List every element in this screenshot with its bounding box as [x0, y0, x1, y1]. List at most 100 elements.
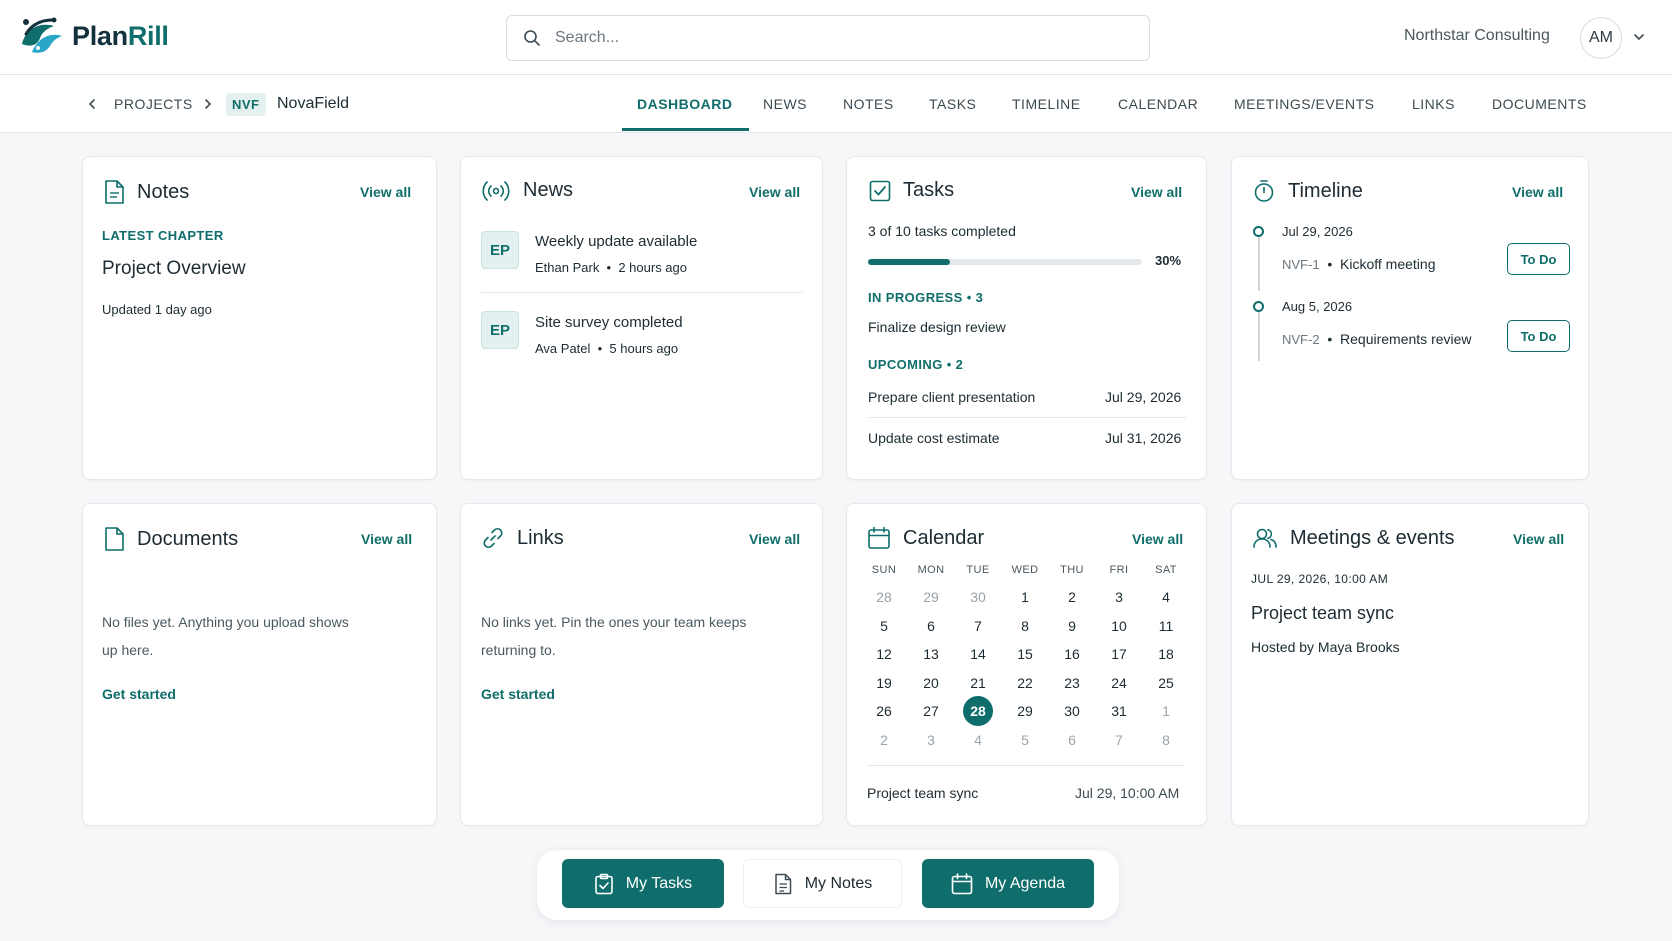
tab-meetings-events[interactable]: MEETINGS/EVENTS [1234, 75, 1375, 133]
tab-calendar[interactable]: CALENDAR [1118, 75, 1198, 133]
timeline-view-all-link[interactable]: View all [1512, 184, 1563, 200]
meeting-title-link[interactable]: Project team sync [1251, 603, 1394, 624]
calendar-day[interactable]: 1 [1151, 698, 1181, 724]
tab-links[interactable]: LINKS [1412, 75, 1455, 133]
meetings-card: Meetings & events View all JUL 29, 2026,… [1231, 503, 1589, 826]
calendar-icon [951, 872, 973, 894]
tab-tasks[interactable]: TASKS [929, 75, 976, 133]
tab-timeline[interactable]: TIMELINE [1012, 75, 1081, 133]
calendar-day[interactable]: 18 [1151, 641, 1181, 667]
task-item[interactable]: Finalize design review [868, 319, 1006, 335]
news-item-meta: Ethan Park • 2 hours ago [535, 260, 687, 275]
calendar-day[interactable]: 30 [963, 584, 993, 610]
chevron-down-icon[interactable] [1632, 30, 1646, 44]
links-get-started-link[interactable]: Get started [481, 686, 555, 702]
news-item-title[interactable]: Weekly update available [535, 233, 697, 250]
calendar-day-today[interactable]: 28 [963, 696, 993, 726]
app-name-prefix: Plan [72, 20, 128, 51]
calendar-day[interactable]: 3 [916, 727, 946, 753]
todo-status-button[interactable]: To Do [1507, 243, 1570, 275]
documents-view-all-link[interactable]: View all [361, 531, 412, 547]
calendar-day[interactable]: 29 [916, 584, 946, 610]
tab-documents[interactable]: DOCUMENTS [1492, 75, 1587, 133]
documents-get-started-link[interactable]: Get started [102, 686, 176, 702]
calendar-day[interactable]: 17 [1104, 641, 1134, 667]
search-bar[interactable] [506, 15, 1150, 61]
tab-dashboard[interactable]: DASHBOARD [637, 75, 733, 133]
tab-news[interactable]: NEWS [763, 75, 807, 133]
calendar-day[interactable]: 11 [1151, 613, 1181, 639]
chapter-title-link[interactable]: Project Overview [102, 258, 246, 280]
calendar-day[interactable]: 7 [963, 613, 993, 639]
app-name-suffix: Rill [127, 20, 169, 51]
calendar-day[interactable]: 27 [916, 698, 946, 724]
calendar-day[interactable]: 5 [1010, 727, 1040, 753]
calendar-day[interactable]: 2 [1057, 584, 1087, 610]
calendar-day[interactable]: 14 [963, 641, 993, 667]
documents-empty-line2: up here. [102, 642, 154, 658]
calendar-day[interactable]: 2 [869, 727, 899, 753]
calendar-day[interactable]: 5 [869, 613, 899, 639]
calendar-day[interactable]: 25 [1151, 670, 1181, 696]
calendar-day[interactable]: 7 [1104, 727, 1134, 753]
calendar-day[interactable]: 30 [1057, 698, 1087, 724]
tab-notes[interactable]: NOTES [843, 75, 894, 133]
calendar-day[interactable]: 24 [1104, 670, 1134, 696]
todo-status-button[interactable]: To Do [1507, 320, 1570, 352]
calendar-day[interactable]: 29 [1010, 698, 1040, 724]
tasks-progress-fill [868, 259, 951, 265]
news-view-all-link[interactable]: View all [749, 184, 800, 200]
back-button[interactable] [86, 75, 98, 133]
links-view-all-link[interactable]: View all [749, 531, 800, 547]
breadcrumb-projects[interactable]: PROJECTS [114, 75, 193, 133]
calendar-day[interactable]: 26 [869, 698, 899, 724]
calendar-view-all-link[interactable]: View all [1132, 531, 1183, 547]
stopwatch-icon [1254, 180, 1274, 202]
breadcrumb-project-name[interactable]: NovaField [277, 75, 349, 133]
calendar-day[interactable]: 28 [869, 584, 899, 610]
file-icon [105, 527, 124, 551]
calendar-day[interactable]: 4 [963, 727, 993, 753]
calendar-day[interactable]: 19 [869, 670, 899, 696]
tasks-view-all-link[interactable]: View all [1131, 184, 1182, 200]
project-subnav: PROJECTS NVF NovaField DASHBOARD NEWS NO… [0, 75, 1672, 133]
calendar-day[interactable]: 3 [1104, 584, 1134, 610]
meetings-view-all-link[interactable]: View all [1513, 531, 1564, 547]
calendar-day[interactable]: 15 [1010, 641, 1040, 667]
calendar-day[interactable]: 8 [1010, 613, 1040, 639]
app-logo[interactable]: PlanRill [18, 14, 169, 58]
meeting-datetime: JUL 29, 2026, 10:00 AM [1251, 572, 1389, 586]
calendar-day[interactable]: 16 [1057, 641, 1087, 667]
calendar-day[interactable]: 31 [1104, 698, 1134, 724]
calendar-day[interactable]: 20 [916, 670, 946, 696]
calendar-day[interactable]: 13 [916, 641, 946, 667]
my-notes-button[interactable]: My Notes [743, 859, 902, 908]
tasks-progress-label: 30% [1155, 253, 1182, 268]
calendar-day[interactable]: 1 [1010, 584, 1040, 610]
documents-card-title: Documents [103, 526, 238, 552]
news-item-title[interactable]: Site survey completed [535, 314, 683, 331]
documents-card: Documents View all No files yet. Anythin… [82, 503, 437, 826]
search-input[interactable] [555, 29, 1115, 47]
calendar-day[interactable]: 21 [963, 670, 993, 696]
notes-view-all-link[interactable]: View all [360, 184, 411, 200]
calendar-day[interactable]: 12 [869, 641, 899, 667]
my-agenda-button[interactable]: My Agenda [922, 859, 1094, 908]
user-avatar[interactable]: AM [1580, 17, 1622, 59]
calendar-day[interactable]: 6 [1057, 727, 1087, 753]
broadcast-icon [482, 180, 510, 201]
calendar-day[interactable]: 22 [1010, 670, 1040, 696]
my-tasks-button[interactable]: My Tasks [562, 859, 724, 908]
calendar-day[interactable]: 10 [1104, 613, 1134, 639]
calendar-day[interactable]: 8 [1151, 727, 1181, 753]
breadcrumb-project-code: NVF [226, 75, 266, 133]
calendar-day[interactable]: 6 [916, 613, 946, 639]
calendar-event-time: Jul 29, 10:00 AM [1075, 785, 1180, 801]
calendar-day[interactable]: 4 [1151, 584, 1181, 610]
tasks-card-title: Tasks [869, 179, 954, 202]
organization-name[interactable]: Northstar Consulting [1404, 27, 1550, 45]
meetings-title-text: Meetings & events [1290, 526, 1455, 549]
timeline-connector [1258, 311, 1260, 361]
calendar-day[interactable]: 9 [1057, 613, 1087, 639]
calendar-day[interactable]: 23 [1057, 670, 1087, 696]
